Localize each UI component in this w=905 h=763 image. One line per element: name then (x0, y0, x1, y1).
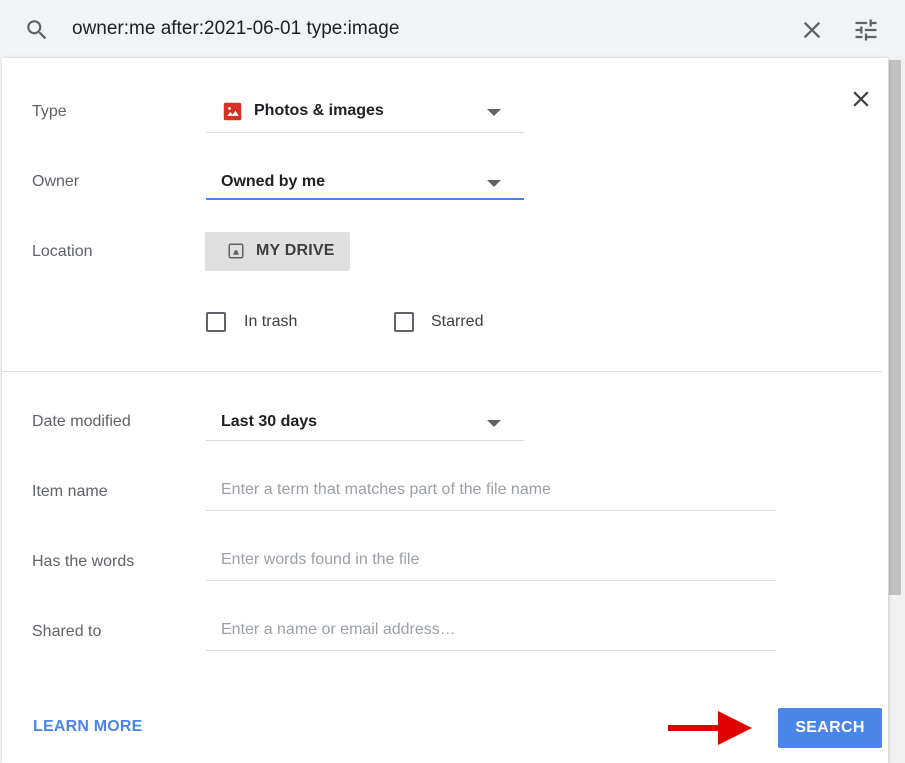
drive-folder-icon (228, 243, 244, 259)
caret-down-icon (487, 180, 501, 187)
has-words-field[interactable] (206, 541, 776, 581)
owner-dropdown[interactable]: Owned by me (206, 156, 524, 200)
search-query[interactable]: owner:me after:2021-06-01 type:image (72, 18, 399, 40)
caret-down-icon (487, 420, 501, 427)
location-label: Location (32, 243, 93, 260)
caret-down-icon (487, 109, 501, 116)
shared-to-field[interactable] (206, 611, 776, 651)
has-words-label: Has the words (32, 553, 135, 570)
item-name-input[interactable] (221, 481, 761, 499)
my-drive-button[interactable]: MY DRIVE (205, 232, 350, 271)
learn-more-link[interactable]: LEARN MORE (33, 718, 143, 736)
date-modified-value: Last 30 days (221, 413, 318, 430)
my-drive-label: MY DRIVE (256, 242, 335, 259)
date-modified-dropdown[interactable]: Last 30 days (206, 397, 524, 441)
image-icon (223, 102, 242, 121)
type-label: Type (32, 103, 67, 120)
section-divider (2, 371, 882, 372)
scrollbar-thumb[interactable] (889, 60, 901, 595)
item-name-field[interactable] (206, 471, 776, 511)
type-dropdown[interactable]: Photos & images (206, 89, 524, 133)
item-name-label: Item name (32, 483, 108, 500)
shared-to-input[interactable] (221, 621, 761, 639)
date-modified-label: Date modified (32, 413, 131, 430)
type-value: Photos & images (254, 102, 384, 119)
clear-search-icon[interactable] (798, 16, 826, 44)
starred-checkbox[interactable] (394, 312, 414, 332)
shared-to-label: Shared to (32, 623, 102, 640)
search-icon[interactable] (24, 17, 50, 43)
owner-value: Owned by me (221, 173, 326, 190)
search-bar: owner:me after:2021-06-01 type:image (0, 0, 905, 60)
owner-label: Owner (32, 173, 80, 190)
in-trash-label[interactable]: In trash (244, 313, 297, 331)
has-words-input[interactable] (221, 551, 761, 569)
close-icon[interactable] (848, 86, 874, 112)
red-arrow-annotation (668, 711, 752, 745)
starred-label[interactable]: Starred (431, 313, 483, 331)
search-button[interactable]: SEARCH (778, 708, 882, 748)
tune-icon[interactable] (852, 16, 880, 44)
in-trash-checkbox[interactable] (206, 312, 226, 332)
